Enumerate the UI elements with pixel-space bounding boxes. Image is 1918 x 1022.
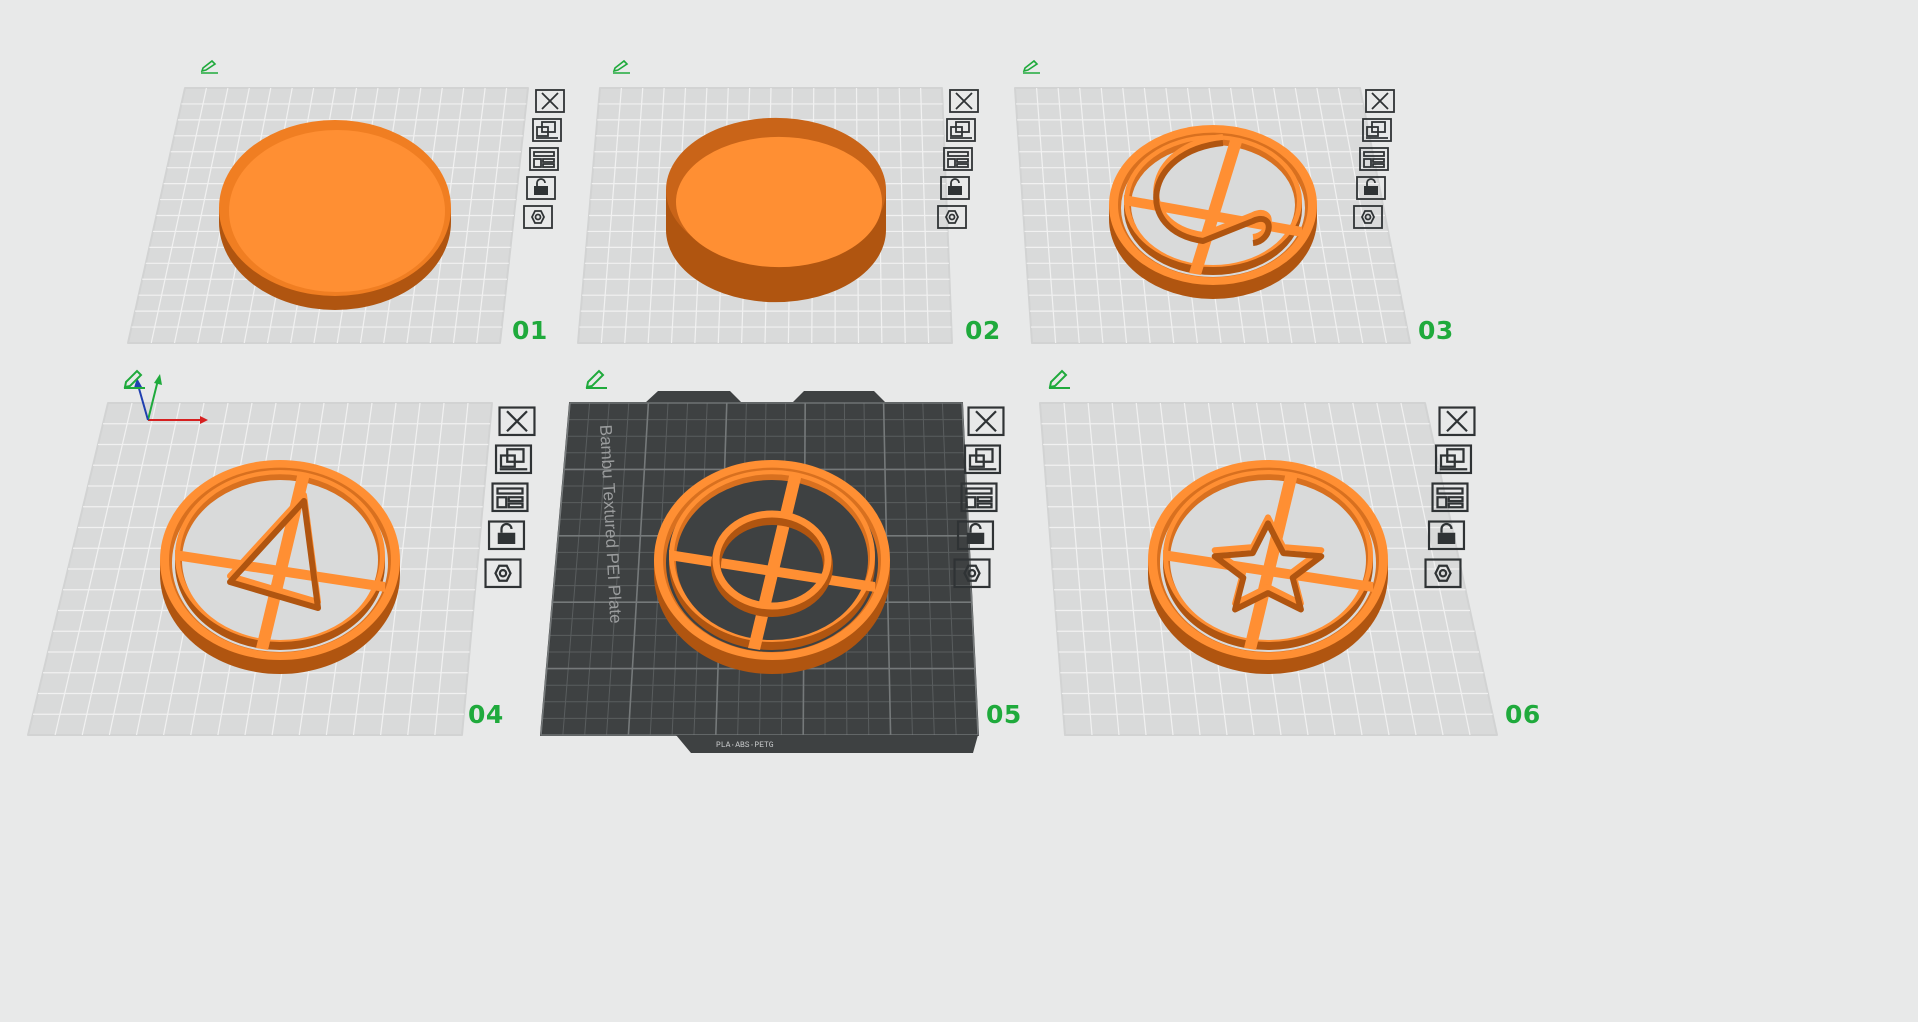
lock-button[interactable] xyxy=(1355,175,1387,201)
plate-settings-icon xyxy=(1353,205,1383,229)
arrange-icon xyxy=(494,444,533,475)
plate-settings-button[interactable] xyxy=(1352,204,1384,230)
orient-button[interactable] xyxy=(528,146,560,172)
plate-05[interactable]: Bambu Textured PEI PlatePLA·ABS·PETG xyxy=(540,391,979,753)
lock-icon xyxy=(956,520,995,551)
arrange-button[interactable] xyxy=(531,117,563,143)
plate-settings-button[interactable] xyxy=(483,557,523,590)
close-button[interactable] xyxy=(534,88,566,114)
pencil-icon[interactable] xyxy=(585,367,609,394)
pencil-icon[interactable] xyxy=(612,58,632,79)
lock-button[interactable] xyxy=(956,519,996,552)
plate-toolbar xyxy=(1353,88,1396,233)
plate-settings-icon xyxy=(953,558,991,589)
model-cutter-loop xyxy=(1109,125,1317,299)
lock-button[interactable] xyxy=(939,175,971,201)
bed-tab-left xyxy=(645,391,742,403)
pencil-icon[interactable] xyxy=(200,58,220,79)
plate-03[interactable] xyxy=(1014,87,1411,344)
plate-toolbar xyxy=(1424,405,1476,595)
plate-toolbar xyxy=(523,88,566,233)
plate-01[interactable] xyxy=(127,87,529,344)
plate-02[interactable] xyxy=(577,87,953,344)
lock-icon xyxy=(1427,520,1466,551)
model-cup-floor xyxy=(676,136,882,268)
close-icon xyxy=(967,406,1005,437)
plate-number-03: 03 xyxy=(1418,316,1454,345)
close-icon xyxy=(535,89,565,113)
plate-settings-icon xyxy=(1424,558,1462,589)
model-cutter-triangle xyxy=(160,460,400,674)
close-icon xyxy=(1438,406,1476,437)
lock-button[interactable] xyxy=(1427,519,1467,552)
lock-button[interactable] xyxy=(525,175,557,201)
orient-button[interactable] xyxy=(490,481,530,514)
close-button[interactable] xyxy=(1437,405,1477,438)
plate-settings-icon xyxy=(484,558,522,589)
plate-04[interactable] xyxy=(27,402,493,736)
arrange-icon xyxy=(532,118,562,142)
orient-button[interactable] xyxy=(942,146,974,172)
arrange-button[interactable] xyxy=(494,443,534,476)
orient-button[interactable] xyxy=(1358,146,1390,172)
lock-button[interactable] xyxy=(487,519,527,552)
arrange-button[interactable] xyxy=(963,443,1003,476)
close-icon xyxy=(1365,89,1395,113)
orient-button[interactable] xyxy=(1430,481,1470,514)
arrange-button[interactable] xyxy=(1434,443,1474,476)
pencil-icon[interactable] xyxy=(123,367,147,394)
orient-icon xyxy=(960,482,998,513)
close-button[interactable] xyxy=(948,88,980,114)
bed-tab-right xyxy=(792,391,886,403)
arrange-icon xyxy=(1434,444,1473,475)
pencil-icon[interactable] xyxy=(1048,367,1072,394)
arrange-button[interactable] xyxy=(945,117,977,143)
orient-icon xyxy=(529,147,559,171)
plate-number-01: 01 xyxy=(512,316,548,345)
model-cutter-circle xyxy=(654,460,890,674)
arrange-icon xyxy=(963,444,1002,475)
lock-icon xyxy=(526,176,556,200)
plate-number-02: 02 xyxy=(965,316,1001,345)
plate-toolbar xyxy=(953,405,1005,595)
plate-toolbar xyxy=(937,88,980,233)
lock-icon xyxy=(487,520,526,551)
bed-footer-text: PLA·ABS·PETG xyxy=(716,741,774,750)
plate-settings-icon xyxy=(937,205,967,229)
pencil-icon[interactable] xyxy=(1022,58,1042,79)
plate-number-06: 06 xyxy=(1505,700,1541,729)
plate-settings-icon xyxy=(523,205,553,229)
lock-icon xyxy=(1356,176,1386,200)
plate-settings-button[interactable] xyxy=(1423,557,1463,590)
model-disc-top xyxy=(229,130,445,292)
model-cutter-star xyxy=(1148,460,1388,674)
arrange-button[interactable] xyxy=(1361,117,1393,143)
close-button[interactable] xyxy=(966,405,1006,438)
orient-icon xyxy=(491,482,529,513)
plate-settings-button[interactable] xyxy=(952,557,992,590)
close-icon xyxy=(498,406,536,437)
orient-icon xyxy=(943,147,973,171)
plate-number-04: 04 xyxy=(468,700,504,729)
orient-icon xyxy=(1431,482,1469,513)
plate-settings-button[interactable] xyxy=(522,204,554,230)
lock-icon xyxy=(940,176,970,200)
plate-number-05: 05 xyxy=(986,700,1022,729)
close-button[interactable] xyxy=(497,405,537,438)
arrange-icon xyxy=(1362,118,1392,142)
arrange-icon xyxy=(946,118,976,142)
plate-toolbar xyxy=(484,405,536,595)
plate-settings-button[interactable] xyxy=(936,204,968,230)
orient-button[interactable] xyxy=(959,481,999,514)
orient-icon xyxy=(1359,147,1389,171)
close-icon xyxy=(949,89,979,113)
close-button[interactable] xyxy=(1364,88,1396,114)
